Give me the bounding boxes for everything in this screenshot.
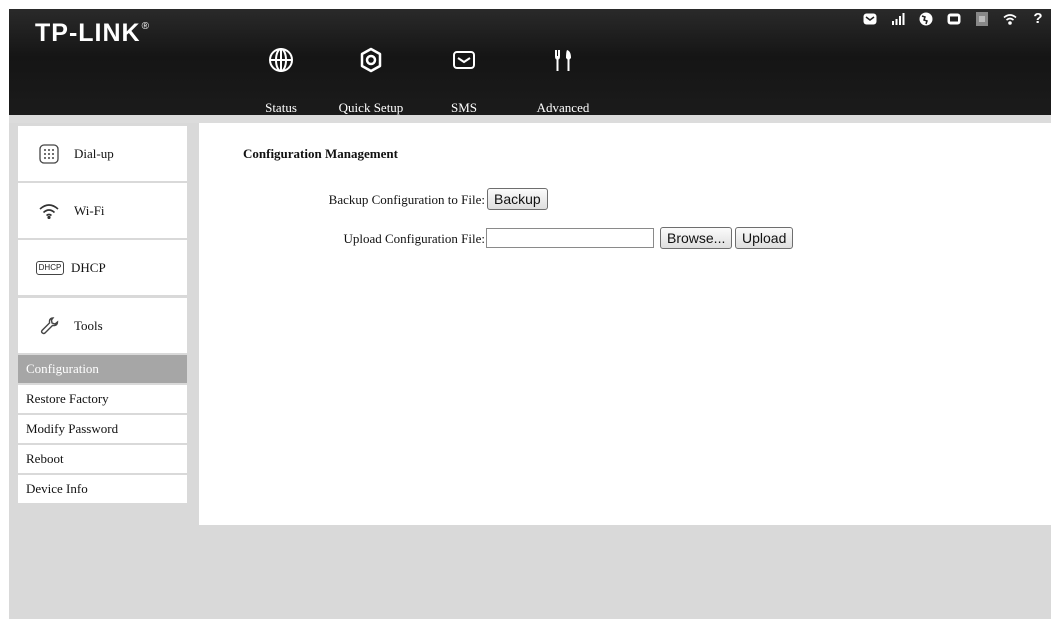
tools-icon	[550, 47, 576, 73]
sidebar-subitem-restore-factory[interactable]: Restore Factory	[18, 385, 187, 413]
gear-icon	[358, 47, 384, 73]
sidebar-subitem-modify-password[interactable]: Modify Password	[18, 415, 187, 443]
backup-button[interactable]: Backup	[487, 188, 548, 210]
sidebar-item-label: Dial-up	[74, 145, 114, 161]
main-content: Configuration Management Backup Configur…	[199, 123, 1051, 525]
browse-button[interactable]: Browse...	[660, 227, 733, 249]
upload-button[interactable]: Upload	[735, 227, 794, 249]
sidebar-subitem-reboot[interactable]: Reboot	[18, 445, 187, 473]
nav-sms-label: SMS	[450, 100, 478, 115]
nav-sms[interactable]: SMS	[419, 39, 509, 115]
nav-quick-setup[interactable]: Quick Setup	[326, 39, 416, 115]
wifi-icon	[38, 200, 60, 222]
footer-area	[199, 525, 1051, 619]
dialpad-icon	[38, 143, 60, 165]
wrench-icon	[38, 315, 60, 337]
sidebar-item-dhcp[interactable]: DHCP DHCP	[18, 240, 187, 295]
sidebar-subitem-configuration[interactable]: Configuration	[18, 355, 187, 383]
sidebar-item-label: Tools	[74, 317, 103, 333]
status-bar: ?	[863, 11, 1045, 27]
nav-status-label: Status	[265, 100, 297, 115]
sidebar: Dial-up Wi-Fi DHCP DHCP Tools Configurat…	[9, 123, 199, 619]
nav-advanced[interactable]: Advanced	[518, 39, 608, 115]
internet-icon	[919, 12, 933, 26]
signal-icon	[891, 12, 905, 26]
envelope-icon	[451, 47, 477, 73]
header-divider	[9, 115, 1051, 123]
sim-icon	[975, 12, 989, 26]
globe-icon	[268, 47, 294, 73]
dhcp-icon: DHCP	[35, 257, 65, 279]
backup-label: Backup Configuration to File:	[328, 192, 485, 207]
sidebar-subitem-device-info[interactable]: Device Info	[18, 475, 187, 503]
top-header: TP-LINK® Status Quick Setup SMS Advanced…	[9, 9, 1051, 115]
sidebar-item-dial-up[interactable]: Dial-up	[18, 126, 187, 181]
file-path-input[interactable]	[486, 228, 654, 248]
battery-icon	[947, 12, 961, 26]
nav-status[interactable]: Status	[236, 39, 326, 115]
page-title: Configuration Management	[243, 146, 398, 161]
message-icon[interactable]	[863, 12, 877, 26]
help-icon[interactable]: ?	[1031, 11, 1045, 26]
upload-label: Upload Configuration File:	[343, 231, 485, 246]
sidebar-item-wifi[interactable]: Wi-Fi	[18, 183, 187, 238]
sidebar-item-label: Wi-Fi	[74, 202, 105, 218]
nav-quick-setup-label: Quick Setup	[338, 100, 404, 115]
tp-link-logo: TP-LINK®	[35, 19, 150, 47]
sidebar-item-label: DHCP	[71, 259, 106, 275]
wifi-icon	[1003, 12, 1017, 26]
nav-advanced-label: Advanced	[536, 100, 590, 115]
sidebar-item-tools[interactable]: Tools	[18, 298, 187, 353]
